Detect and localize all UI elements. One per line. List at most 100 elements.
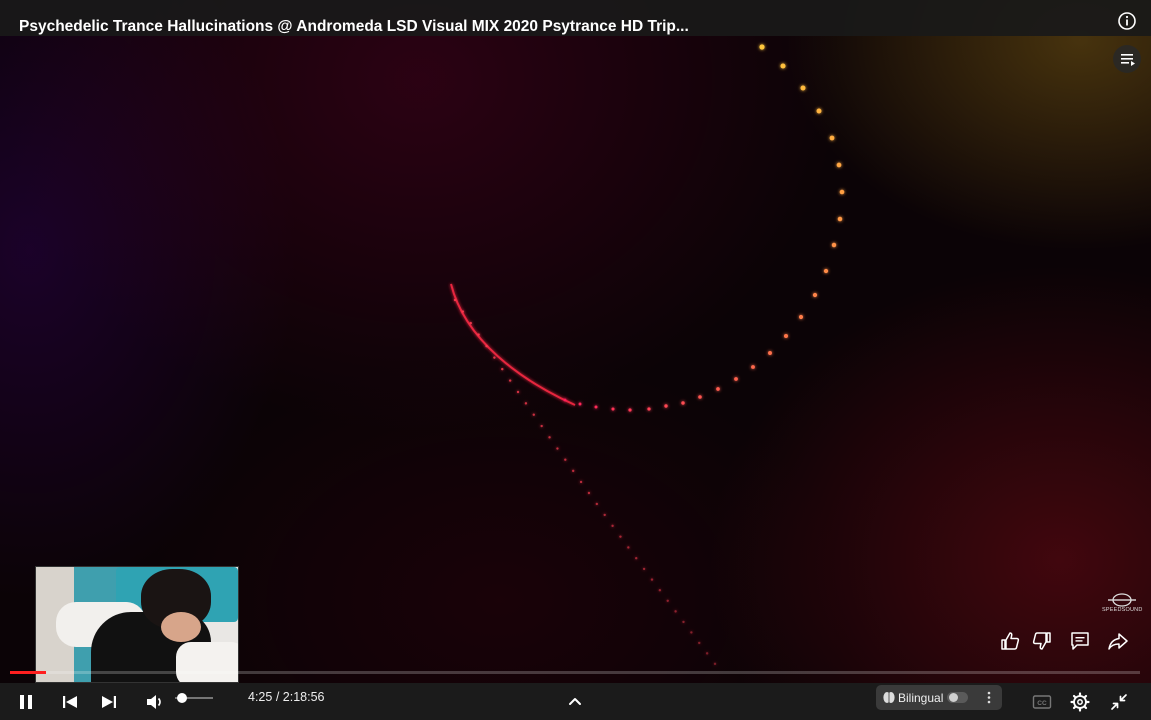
comments-button[interactable]: [1069, 630, 1091, 652]
visualizer-dot: [768, 351, 772, 355]
visualizer-dot: [664, 404, 668, 408]
visualizer-dot: [461, 310, 465, 313]
visualizer-dot: [453, 298, 457, 302]
visualizer-dot: [501, 367, 504, 371]
visualizer-dot: [628, 408, 632, 412]
info-icon[interactable]: [1117, 11, 1137, 31]
pause-button[interactable]: [13, 689, 39, 715]
visualizer-dot: [831, 242, 837, 248]
comment-icon: [1069, 630, 1091, 652]
visualizer-dot: [798, 314, 804, 320]
channel-watermark: SPEEDSOUND: [1102, 592, 1142, 618]
visualizer-dot: [647, 407, 651, 411]
captions-button[interactable]: CC: [1029, 689, 1055, 715]
share-icon: [1107, 630, 1129, 652]
brain-icon: [883, 691, 895, 704]
exit-fullscreen-button[interactable]: [1106, 689, 1132, 715]
gear-icon: [1067, 689, 1093, 715]
visualizer-dot: [571, 469, 575, 473]
visualizer-dot: [540, 424, 543, 428]
visualizer-dot: [800, 85, 806, 91]
visualizer-dot: [716, 387, 720, 391]
visualizer-dot: [603, 513, 606, 517]
visualizer-dot: [681, 401, 685, 405]
thumbs-down-icon: [1031, 630, 1053, 652]
visualizer-dot: [713, 662, 717, 666]
visualizer-dot: [579, 480, 583, 484]
progress-played: [10, 671, 47, 674]
visualizer-dot: [812, 292, 818, 298]
visualizer-dot: [578, 402, 582, 406]
visualizer-dot: [532, 413, 535, 416]
volume-button[interactable]: [142, 689, 168, 715]
visualizer-dot: [839, 189, 845, 195]
visualizer-dot: [611, 524, 614, 528]
bilingual-label: Bilingual: [898, 691, 944, 705]
visualizer-dot: [469, 321, 472, 325]
visualizer-dot: [508, 379, 512, 382]
visualizer-dot: [705, 652, 709, 655]
volume-icon: [142, 689, 168, 715]
playlist-button[interactable]: [1113, 45, 1141, 73]
visualizer-dot: [563, 398, 567, 402]
cc-icon: CC: [1029, 689, 1055, 715]
volume-handle[interactable]: [177, 693, 187, 703]
dislike-button[interactable]: [1031, 630, 1053, 652]
next-button[interactable]: [96, 689, 122, 715]
collapse-icon: [1106, 689, 1132, 715]
share-button[interactable]: [1107, 630, 1129, 652]
visualizer-dot: [816, 108, 822, 114]
visualizer-dot: [493, 356, 496, 359]
visualizer-dot: [477, 333, 480, 336]
pause-icon: [13, 689, 39, 715]
expand-button[interactable]: [562, 689, 588, 715]
visualizer-dot: [635, 557, 638, 560]
visualizer-dot: [485, 344, 488, 348]
visualizer-dot: [548, 436, 551, 439]
visualizer-dot: [587, 491, 591, 495]
visualizer-dot: [524, 402, 528, 405]
settings-button[interactable]: [1067, 689, 1093, 715]
bilingual-control[interactable]: Bilingual: [876, 685, 1002, 710]
visualizer-dot: [627, 546, 630, 549]
visualizer-dot: [642, 567, 646, 571]
visualizer-dot: [698, 641, 701, 645]
visualizer-dot: [595, 502, 599, 506]
visualizer-dot: [780, 63, 786, 69]
current-time: 4:25: [248, 690, 273, 704]
visualizer-dot: [682, 620, 685, 624]
visualizer-dot: [759, 44, 765, 50]
time-separator: /: [275, 690, 283, 704]
skip-previous-icon: [57, 689, 83, 715]
visualizer-dot: [666, 599, 669, 603]
visualizer-dot: [829, 135, 835, 141]
visualizer-dot: [837, 216, 843, 222]
visualizer-dot: [650, 578, 654, 581]
thumbs-up-icon: [999, 630, 1021, 652]
visualizer-dot: [564, 458, 567, 461]
progress-bar[interactable]: [10, 671, 1140, 674]
visualizer-dot: [516, 390, 520, 394]
visualizer-dot: [734, 377, 738, 381]
visualizer-dot: [674, 610, 677, 613]
visualizer-dot: [751, 365, 755, 369]
visualizer-dot: [594, 405, 598, 409]
visualizer-dot: [783, 333, 789, 339]
visualizer-dot: [690, 631, 693, 634]
visualizer-dot: [611, 407, 615, 411]
skip-next-icon: [96, 689, 122, 715]
watermark-text: SPEEDSOUND: [1102, 607, 1143, 613]
playlist-icon: [1113, 45, 1141, 73]
visualizer-dot: [619, 535, 622, 538]
visualizer-dot: [823, 268, 829, 274]
duration: 2:18:56: [282, 690, 325, 704]
visualizer-dot: [658, 589, 662, 592]
chevron-up-icon: [562, 689, 588, 715]
previous-button[interactable]: [57, 689, 83, 715]
visualizer-dot: [556, 447, 559, 450]
pip-blanket: [176, 642, 238, 682]
more-vertical-icon[interactable]: [984, 690, 994, 705]
picture-in-picture-preview[interactable]: [35, 566, 239, 683]
like-button[interactable]: [999, 630, 1021, 652]
video-title[interactable]: Psychedelic Trance Hallucinations @ Andr…: [19, 18, 689, 36]
